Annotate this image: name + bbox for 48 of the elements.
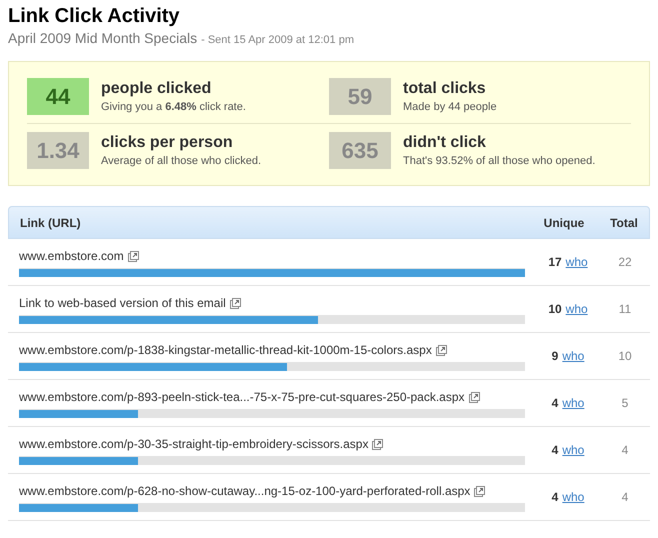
stat-detail: Giving you a 6.48% click rate. (101, 100, 246, 114)
link-url[interactable]: Link to web-based version of this email (19, 294, 226, 312)
column-header: Unique (542, 214, 586, 232)
link-url[interactable]: www.embstore.com/p-1838-kingstar-metallic-thread-kit-1000m-15-colors.aspx (19, 341, 432, 359)
total-count: 4 (620, 489, 630, 506)
stat-value: 44 (27, 78, 89, 115)
who-link[interactable]: who (562, 441, 584, 459)
link-url[interactable]: www.embstore.com (19, 247, 124, 265)
stat-value: 635 (329, 132, 391, 169)
stat-label: didn't click (403, 132, 487, 152)
link-url[interactable]: www.embstore.com/p-893-peeln-stick-tea...-75-x-75-pre-cut-squares-250-pack.aspx (19, 388, 465, 406)
campaign-name: April 2009 Mid Month Specials (8, 29, 198, 48)
column-header: Total (609, 214, 639, 232)
who-link[interactable]: who (562, 347, 584, 365)
who-link[interactable]: who (566, 300, 588, 318)
unique-count: 10 (548, 301, 562, 318)
external-link-icon (436, 344, 447, 356)
unique-count: 4 (552, 489, 558, 506)
page-title: Link Click Activity (8, 4, 181, 28)
who-link[interactable]: who (562, 394, 584, 412)
total-count: 4 (620, 442, 630, 459)
sent-date: - Sent 15 Apr 2009 at 12:01 pm (201, 33, 354, 48)
who-link[interactable]: who (566, 253, 588, 271)
stat-detail: Average of all those who clicked. (101, 154, 261, 168)
column-header: Link (URL) (19, 214, 82, 232)
stat-detail: That's 93.52% of all those who opened. (403, 154, 596, 168)
stat-detail: Made by 44 people (403, 100, 497, 114)
total-count: 5 (620, 395, 630, 412)
external-link-icon (474, 486, 486, 496)
external-link-icon (230, 298, 241, 308)
stat-value: 1.34 (27, 132, 89, 169)
link-url[interactable]: www.embstore.com/p-628-no-show-cutaway...ng-15-oz-100-yard-perforated-roll.aspx (19, 482, 470, 500)
unique-count: 4 (552, 442, 558, 459)
external-link-icon (468, 392, 480, 402)
stat-value: 59 (329, 78, 391, 115)
total-count: 11 (618, 301, 632, 318)
unique-count: 9 (552, 348, 558, 365)
external-link-icon (128, 250, 139, 262)
external-link-icon (372, 438, 384, 450)
stat-label: people clicked (101, 78, 212, 98)
stat-label: total clicks (403, 78, 487, 98)
who-link[interactable]: who (562, 488, 584, 506)
total-count: 22 (617, 254, 633, 271)
total-count: 10 (617, 348, 633, 365)
link-url[interactable]: www.embstore.com/p-30-35-straight-tip-embroidery-scissors.aspx (19, 435, 368, 453)
unique-count: 17 (548, 254, 562, 271)
stat-label: clicks per person (101, 132, 234, 152)
unique-count: 4 (552, 395, 558, 412)
